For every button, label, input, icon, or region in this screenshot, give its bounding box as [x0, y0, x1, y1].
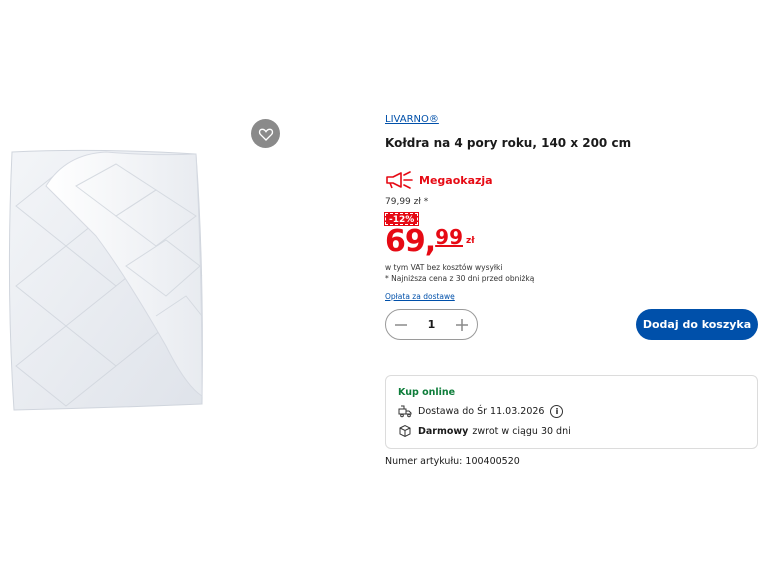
price-decimal: 99 — [435, 225, 463, 249]
minus-icon — [395, 323, 407, 326]
return-free-label: Darmowy — [418, 425, 469, 437]
quantity-stepper: 1 — [385, 309, 478, 340]
lowest-price-note: * Najniższa cena z 30 dni przed obniżką — [385, 274, 535, 283]
wishlist-button[interactable] — [251, 119, 280, 148]
price: 69, 99 zł — [385, 226, 757, 258]
promo-badge: Megaokazja — [385, 170, 757, 190]
product-title: Kołdra na 4 pory roku, 140 x 200 cm — [385, 136, 632, 150]
plus-icon — [456, 318, 468, 331]
product-info: LIVARNO® Kołdra na 4 pory roku, 140 x 20… — [383, 107, 758, 467]
price-integer: 69, — [385, 224, 436, 259]
megaphone-icon — [386, 171, 413, 189]
article-number: Numer artykułu: 100400520 — [385, 456, 520, 467]
quantity-decrease-button[interactable] — [386, 310, 416, 339]
delivery-date: Dostawa do Śr 11.03.2026 — [418, 405, 545, 417]
shipping-cost-link[interactable]: Opłata za dostawę — [385, 291, 455, 302]
price-currency: zł — [466, 236, 475, 246]
product-image[interactable] — [6, 146, 206, 412]
return-text: zwrot w ciągu 30 dni — [472, 425, 571, 437]
heart-icon — [258, 128, 273, 141]
quantity-value[interactable]: 1 — [416, 318, 447, 331]
brand-link[interactable]: LIVARNO® — [385, 114, 439, 128]
return-info: Darmowy zwrot w ciągu 30 dni — [398, 424, 745, 438]
delivery-info: Dostawa do Śr 11.03.2026 i — [398, 404, 745, 418]
add-to-cart-button[interactable]: Dodaj do koszyka — [636, 309, 758, 340]
return-box-icon — [399, 424, 411, 438]
info-icon[interactable]: i — [550, 404, 564, 418]
online-title: Kup online — [398, 387, 456, 398]
delivery-truck-icon — [398, 405, 412, 418]
old-price: 79,99 zł * — [385, 197, 429, 207]
online-purchase-box: Kup online Dostawa do Śr 11.03.2026 i Da… — [385, 375, 758, 449]
promo-label: Megaokazja — [419, 173, 493, 187]
duvet-illustration — [8, 149, 203, 411]
cart-controls: 1 Dodaj do koszyka — [385, 309, 758, 341]
quantity-increase-button[interactable] — [447, 310, 477, 339]
vat-note: w tym VAT bez kosztów wysyłki — [385, 263, 503, 272]
